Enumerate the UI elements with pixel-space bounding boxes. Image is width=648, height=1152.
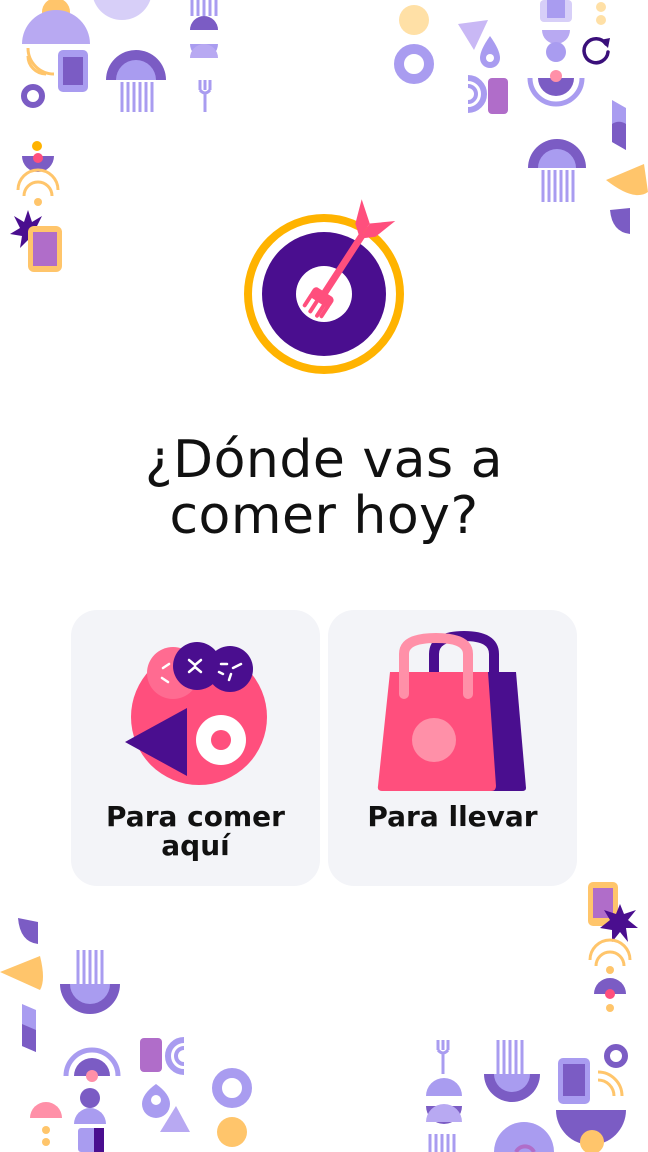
refresh-button[interactable] xyxy=(576,30,616,70)
refresh-icon xyxy=(582,36,610,65)
take-away-option-button[interactable]: Para llevar xyxy=(328,610,577,886)
dine-in-option-button[interactable]: Para comer aquí xyxy=(71,610,320,886)
decor-bottom-left xyxy=(0,918,252,1152)
target-fork-logo xyxy=(244,199,404,374)
shopping-bag-icon xyxy=(377,630,526,791)
decor-bottom-right xyxy=(426,882,638,1152)
dine-in-label: Para comer aquí xyxy=(106,800,285,862)
page-title: ¿Dónde vas a comer hoy? xyxy=(144,430,504,546)
dine-in-plate-icon xyxy=(125,642,267,785)
decorative-pattern xyxy=(0,0,648,1152)
decor-top-left xyxy=(10,0,218,272)
take-away-label: Para llevar xyxy=(367,800,538,833)
